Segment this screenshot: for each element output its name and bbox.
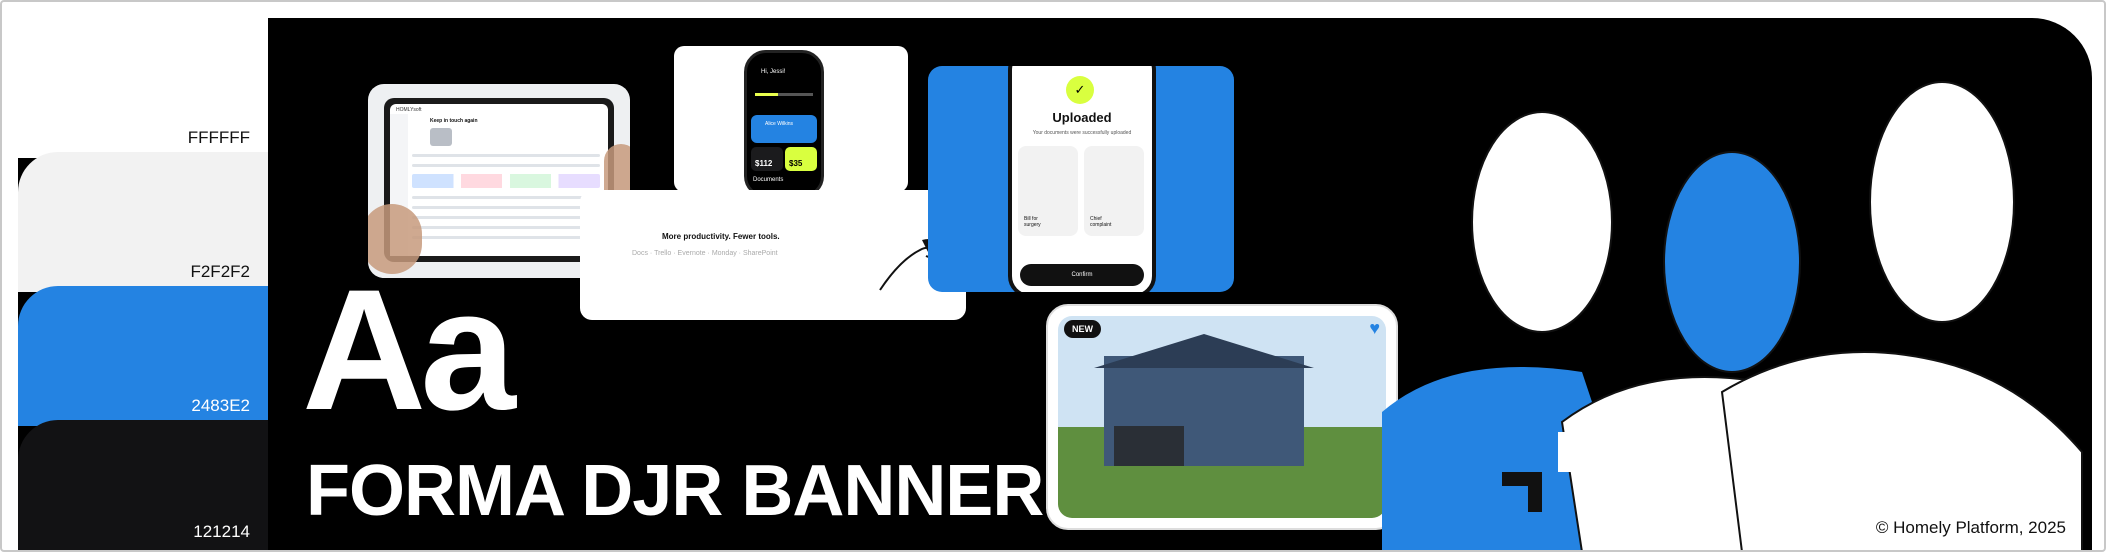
upload-subtitle: Your documents were successfully uploade… [1032,130,1132,136]
upload-card: ✓ Uploaded Your documents were successfu… [928,66,1234,292]
tool-sharepoint: SharePoint [742,250,778,257]
confirm-button[interactable]: Confirm [1020,264,1144,286]
tagline-card: More productivity. Fewer tools. Docs · T… [580,190,966,320]
tool-strip: Docs · Trello · Evernote · Monday · Shar… [632,250,778,257]
heart-icon[interactable]: ♥ [1369,318,1380,339]
phone-progress [755,93,813,96]
tablet-row [412,226,600,229]
phone-dashboard-card: Hi, Jessi! Alice Wilkins $112 $35 Docume… [674,46,908,192]
house-photo [1058,316,1386,518]
swatch-near-black: 121214 [18,420,268,550]
upload-title: Uploaded [1052,110,1112,125]
tagline-text: More productivity. Fewer tools. [662,232,780,241]
tablet-ui: HOMLYsoft Keep in touch again [390,104,608,256]
tablet-row [412,206,600,209]
phone-card-name: Alice Wilkins [765,121,794,127]
swatch-light-gray: F2F2F2 [18,152,268,292]
typography-specimen: Aa [302,254,516,446]
phone-greeting: Hi, Jessi! [761,69,786,75]
tool-evernote: Evernote [677,250,706,257]
banner-title: FORMA DJR BANNER [306,451,1044,531]
new-badge: NEW [1064,320,1101,338]
tablet-heading: Keep in touch again [430,118,478,124]
tablet-row [412,196,600,199]
house-roof [1094,334,1314,368]
phone-tile-a: $112 [751,147,783,171]
doc-label-a: Bill for surgery [1024,216,1041,228]
house-listing-card: NEW ♥ [1046,304,1398,530]
banner-frame: FFFFFF F2F2F2 2483E2 121214 Aa FORMA DJR… [0,0,2106,552]
people-illustration [1382,81,2083,550]
phone-dashboard: Hi, Jessi! Alice Wilkins $112 $35 Docume… [744,50,824,192]
tool-trello: Trello [654,250,672,257]
doc-label-b: Chief complaint [1090,216,1112,228]
swatch-blue: 2483E2 [18,286,268,426]
tablet-app-name: HOMLYsoft [396,107,422,113]
phone-blue-card: Alice Wilkins [751,115,817,143]
tool-docs: Docs [632,250,648,257]
tablet-chip-row [412,174,600,188]
tablet-row [412,164,600,167]
swatch-label-white: FFFFFF [187,128,250,147]
upload-check-icon: ✓ [1066,76,1094,104]
tablet-row [412,154,600,157]
phone-amount-a: $112 [755,159,773,168]
tool-monday: Monday [711,250,737,257]
tablet-row [412,236,600,239]
garage-door [1114,426,1184,466]
tablet-avatar [430,128,452,146]
swatch-white: FFFFFF [18,18,268,158]
upload-phone: ✓ Uploaded Your documents were successfu… [1008,66,1156,292]
copyright-text: © Homely Platform, 2025 [1875,518,2066,537]
hand-left [368,204,422,274]
swatch-label-near-black: 121214 [193,522,250,541]
doc-card-b: Chief complaint [1084,146,1144,236]
tablet-row [412,216,600,219]
phone-documents: Documents [753,177,784,183]
swatch-label-blue: 2483E2 [191,396,250,415]
phone-tile-b: $35 [785,147,817,171]
doc-card-a: Bill for surgery [1018,146,1078,236]
phone-amount-b: $35 [789,159,803,168]
swatch-label-light-gray: F2F2F2 [190,262,250,281]
